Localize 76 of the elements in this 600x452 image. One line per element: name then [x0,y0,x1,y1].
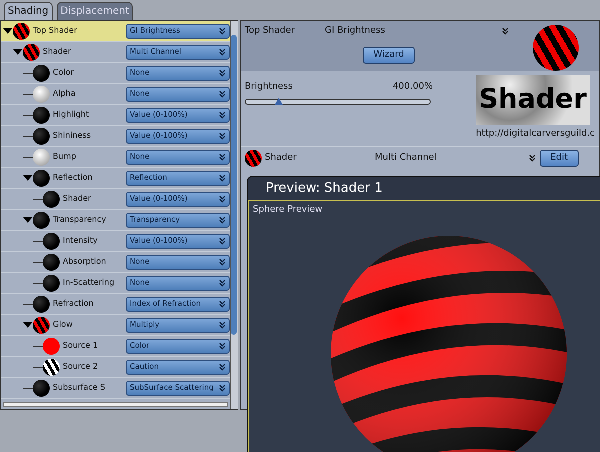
row-label: Refraction [53,298,95,310]
row-label: Subsurface S [53,382,106,394]
striped-sphere-icon [43,358,60,376]
striped-sphere-icon [23,44,40,60]
horizontal-scrollbar[interactable] [3,402,228,407]
chevron-icon [219,384,226,392]
chevron-icon[interactable] [528,154,536,162]
row-label: Absorption [63,256,108,268]
shader-name: Top Shader [245,25,296,38]
striped-sphere-icon [33,316,50,334]
shader-value: GI Brightness [325,25,386,38]
sphere-icon [245,150,262,167]
chevron-icon [219,280,226,286]
chevron-icon [219,300,226,308]
sphere-icon [33,170,50,186]
chevron-icon [219,132,226,140]
sphere-icon [33,64,50,82]
row-label: Bump [53,151,78,163]
sphere-icon [533,25,579,71]
chevron-icon [219,216,226,224]
sphere-icon [33,148,50,166]
row-label: In-Scattering [63,277,116,289]
row-label: Top Shader [33,25,78,37]
row-label: Intensity [63,235,99,247]
chevron-icon [219,28,226,34]
chevron-icon [219,258,226,266]
shader-name: Shader [265,152,298,164]
chevron-icon [219,70,226,76]
chevron-icon [219,174,226,182]
banner-logo: Shader [476,75,590,125]
sphere-icon [43,274,60,292]
chevron-icon[interactable] [502,28,509,36]
sphere-icon [33,106,50,124]
preview-caption: Sphere Preview [252,204,324,217]
row-label: Shininess [53,130,92,142]
window-title: Preview: Shader 1 [265,180,384,198]
edit-button[interactable]: Edit [540,150,579,167]
row-label: Color [53,67,75,79]
sphere-icon [43,232,60,250]
slider-reading: 400.00% [392,81,433,94]
chevron-icon [219,112,226,118]
row-label: Highlight [53,109,90,121]
chevron-icon [219,90,226,98]
brightness-slider[interactable] [245,98,431,104]
sphere-icon [43,254,60,270]
sphere-icon [33,86,50,102]
tab[interactable]: Shading [4,2,53,20]
chevron-icon [219,196,226,202]
row-label: Transparency [53,214,108,226]
slider-thumb[interactable] [275,98,284,104]
striped-sphere-icon [13,22,30,40]
disc-icon [43,338,60,354]
shader-value: Multi Channel [375,152,437,164]
sphere-icon [43,190,60,208]
row-label: Glow [53,319,74,331]
tab[interactable]: Displacement [56,2,134,20]
chevron-icon [219,238,226,244]
sphere-icon [33,296,50,312]
wizard-button[interactable]: Wizard [362,46,416,64]
sphere-icon [33,212,50,228]
chevron-icon [219,154,226,160]
url-text: http://digitalcarversguild.c [476,128,595,141]
vertical-scrollbar[interactable] [230,21,238,409]
slider-label: Brightness [245,81,293,94]
chevron-icon [219,364,226,370]
row-label: Shader [43,46,72,58]
chevron-icon [219,322,226,328]
row-label: Source 1 [63,340,100,352]
row-label: Shader [63,193,92,205]
row-label: Alpha [53,88,77,100]
row-label: Reflection [53,172,94,184]
sphere-icon [33,380,50,396]
sphere-icon [33,128,50,144]
row-label: Source 2 [63,361,100,373]
chevron-icon [219,48,226,56]
chevron-icon [219,342,226,350]
